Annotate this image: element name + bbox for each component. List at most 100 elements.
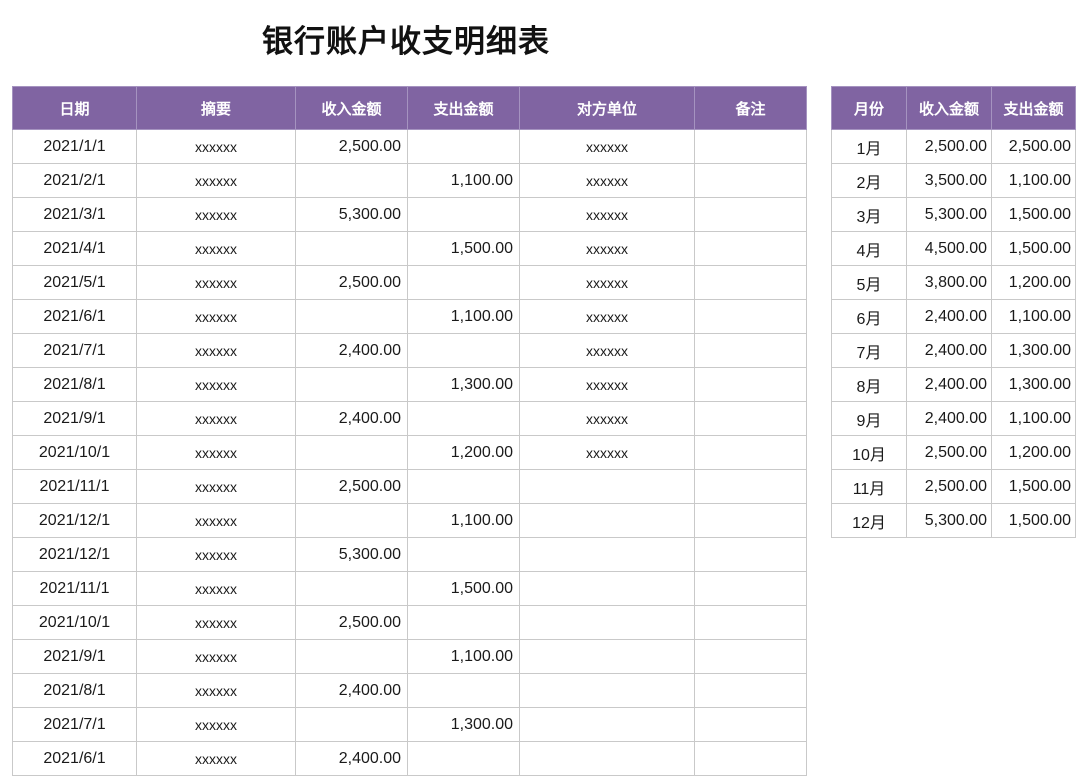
cell-counterparty[interactable]: xxxxxx bbox=[519, 299, 695, 334]
cell-date[interactable]: 2021/12/1 bbox=[12, 537, 137, 572]
cell-income[interactable]: 2,500.00 bbox=[295, 469, 408, 504]
cell-monthly-expense[interactable]: 1,300.00 bbox=[991, 367, 1076, 402]
cell-month[interactable]: 5月 bbox=[831, 265, 907, 300]
cell-counterparty[interactable] bbox=[519, 537, 695, 572]
cell-summary[interactable]: xxxxxx bbox=[136, 299, 296, 334]
cell-expense[interactable] bbox=[407, 265, 520, 300]
cell-monthly-income[interactable]: 3,500.00 bbox=[906, 163, 992, 198]
cell-income[interactable]: 2,500.00 bbox=[295, 605, 408, 640]
cell-note[interactable] bbox=[694, 163, 807, 198]
cell-note[interactable] bbox=[694, 265, 807, 300]
cell-summary[interactable]: xxxxxx bbox=[136, 537, 296, 572]
cell-expense[interactable] bbox=[407, 197, 520, 232]
cell-note[interactable] bbox=[694, 129, 807, 164]
cell-note[interactable] bbox=[694, 299, 807, 334]
cell-expense[interactable] bbox=[407, 741, 520, 776]
cell-monthly-income[interactable]: 2,400.00 bbox=[906, 401, 992, 436]
cell-income[interactable]: 2,500.00 bbox=[295, 265, 408, 300]
column-header-counterparty[interactable]: 对方单位 bbox=[519, 86, 695, 130]
cell-month[interactable]: 2月 bbox=[831, 163, 907, 198]
cell-income[interactable]: 2,400.00 bbox=[295, 741, 408, 776]
cell-expense[interactable]: 1,200.00 bbox=[407, 435, 520, 470]
cell-month[interactable]: 9月 bbox=[831, 401, 907, 436]
column-header-month[interactable]: 月份 bbox=[831, 86, 907, 130]
cell-income[interactable] bbox=[295, 299, 408, 334]
cell-monthly-income[interactable]: 4,500.00 bbox=[906, 231, 992, 266]
cell-expense[interactable] bbox=[407, 673, 520, 708]
cell-expense[interactable]: 1,300.00 bbox=[407, 367, 520, 402]
cell-monthly-income[interactable]: 5,300.00 bbox=[906, 503, 992, 538]
cell-monthly-expense[interactable]: 1,200.00 bbox=[991, 265, 1076, 300]
cell-expense[interactable]: 1,100.00 bbox=[407, 503, 520, 538]
cell-date[interactable]: 2021/8/1 bbox=[12, 673, 137, 708]
cell-summary[interactable]: xxxxxx bbox=[136, 197, 296, 232]
cell-income[interactable] bbox=[295, 707, 408, 742]
cell-counterparty[interactable] bbox=[519, 605, 695, 640]
cell-note[interactable] bbox=[694, 741, 807, 776]
cell-date[interactable]: 2021/9/1 bbox=[12, 401, 137, 436]
cell-date[interactable]: 2021/9/1 bbox=[12, 639, 137, 674]
column-header-summary[interactable]: 摘要 bbox=[136, 86, 296, 130]
cell-expense[interactable]: 1,100.00 bbox=[407, 299, 520, 334]
cell-summary[interactable]: xxxxxx bbox=[136, 401, 296, 436]
cell-counterparty[interactable] bbox=[519, 503, 695, 538]
cell-counterparty[interactable]: xxxxxx bbox=[519, 367, 695, 402]
cell-note[interactable] bbox=[694, 537, 807, 572]
column-header-expense[interactable]: 支出金额 bbox=[407, 86, 520, 130]
cell-monthly-income[interactable]: 2,400.00 bbox=[906, 333, 992, 368]
cell-expense[interactable] bbox=[407, 605, 520, 640]
cell-note[interactable] bbox=[694, 639, 807, 674]
cell-counterparty[interactable]: xxxxxx bbox=[519, 129, 695, 164]
cell-expense[interactable]: 1,100.00 bbox=[407, 639, 520, 674]
column-header-date[interactable]: 日期 bbox=[12, 86, 137, 130]
cell-counterparty[interactable]: xxxxxx bbox=[519, 231, 695, 266]
cell-income[interactable] bbox=[295, 639, 408, 674]
cell-counterparty[interactable]: xxxxxx bbox=[519, 197, 695, 232]
cell-monthly-expense[interactable]: 1,500.00 bbox=[991, 197, 1076, 232]
cell-monthly-expense[interactable]: 1,300.00 bbox=[991, 333, 1076, 368]
cell-monthly-income[interactable]: 2,500.00 bbox=[906, 469, 992, 504]
cell-monthly-income[interactable]: 2,500.00 bbox=[906, 435, 992, 470]
cell-income[interactable] bbox=[295, 503, 408, 538]
cell-monthly-expense[interactable]: 1,500.00 bbox=[991, 469, 1076, 504]
cell-monthly-income[interactable]: 2,400.00 bbox=[906, 299, 992, 334]
cell-date[interactable]: 2021/5/1 bbox=[12, 265, 137, 300]
cell-summary[interactable]: xxxxxx bbox=[136, 367, 296, 402]
cell-note[interactable] bbox=[694, 435, 807, 470]
cell-note[interactable] bbox=[694, 367, 807, 402]
cell-income[interactable] bbox=[295, 435, 408, 470]
cell-note[interactable] bbox=[694, 231, 807, 266]
cell-summary[interactable]: xxxxxx bbox=[136, 741, 296, 776]
cell-expense[interactable] bbox=[407, 537, 520, 572]
cell-monthly-expense[interactable]: 1,200.00 bbox=[991, 435, 1076, 470]
cell-month[interactable]: 8月 bbox=[831, 367, 907, 402]
cell-income[interactable] bbox=[295, 367, 408, 402]
cell-summary[interactable]: xxxxxx bbox=[136, 435, 296, 470]
cell-date[interactable]: 2021/4/1 bbox=[12, 231, 137, 266]
cell-note[interactable] bbox=[694, 333, 807, 368]
cell-summary[interactable]: xxxxxx bbox=[136, 639, 296, 674]
cell-summary[interactable]: xxxxxx bbox=[136, 231, 296, 266]
cell-expense[interactable]: 1,300.00 bbox=[407, 707, 520, 742]
cell-income[interactable]: 2,500.00 bbox=[295, 129, 408, 164]
cell-note[interactable] bbox=[694, 401, 807, 436]
cell-note[interactable] bbox=[694, 571, 807, 606]
cell-counterparty[interactable] bbox=[519, 571, 695, 606]
cell-date[interactable]: 2021/7/1 bbox=[12, 333, 137, 368]
cell-counterparty[interactable]: xxxxxx bbox=[519, 435, 695, 470]
cell-counterparty[interactable]: xxxxxx bbox=[519, 163, 695, 198]
cell-counterparty[interactable] bbox=[519, 673, 695, 708]
cell-note[interactable] bbox=[694, 503, 807, 538]
cell-summary[interactable]: xxxxxx bbox=[136, 163, 296, 198]
cell-month[interactable]: 10月 bbox=[831, 435, 907, 470]
cell-date[interactable]: 2021/2/1 bbox=[12, 163, 137, 198]
cell-counterparty[interactable] bbox=[519, 639, 695, 674]
column-header-monthly-expense[interactable]: 支出金额 bbox=[991, 86, 1076, 130]
cell-income[interactable] bbox=[295, 571, 408, 606]
cell-summary[interactable]: xxxxxx bbox=[136, 265, 296, 300]
cell-date[interactable]: 2021/3/1 bbox=[12, 197, 137, 232]
cell-monthly-expense[interactable]: 2,500.00 bbox=[991, 129, 1076, 164]
cell-monthly-expense[interactable]: 1,100.00 bbox=[991, 299, 1076, 334]
cell-date[interactable]: 2021/6/1 bbox=[12, 741, 137, 776]
cell-date[interactable]: 2021/6/1 bbox=[12, 299, 137, 334]
